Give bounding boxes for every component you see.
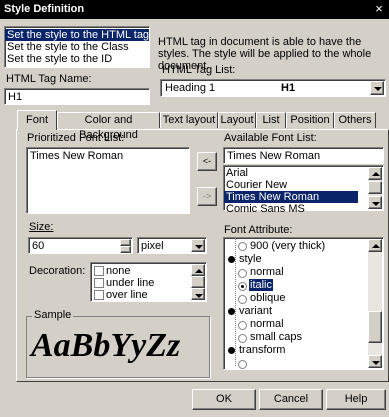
attribute-option: normal: [250, 266, 284, 278]
tag-list-tag: H1: [281, 82, 296, 94]
size-spin-up[interactable]: [120, 239, 131, 246]
style-oblique-radio[interactable]: [238, 295, 247, 304]
tag-list-combo[interactable]: Heading 1 H1: [160, 79, 386, 97]
scope-option[interactable]: Set the style to the ID: [5, 53, 149, 65]
list-item[interactable]: Times New Roman: [224, 191, 358, 203]
chevron-up-icon: [195, 269, 203, 273]
tab-list[interactable]: List: [256, 112, 286, 128]
chevron-down-icon: [372, 361, 380, 365]
chevron-down-icon: [195, 294, 203, 298]
list-item[interactable]: Courier New: [224, 179, 358, 191]
scroll-down-button[interactable]: [191, 288, 205, 300]
decoration-scrollbar[interactable]: [191, 264, 205, 300]
scroll-up-button[interactable]: [368, 239, 382, 252]
tag-list-dropdown-button[interactable]: [370, 81, 384, 95]
tab-others[interactable]: Others: [334, 112, 376, 128]
available-font-value: Times New Roman: [227, 150, 321, 162]
tag-list-name: Heading 1: [165, 82, 216, 94]
tag-list-label: HTML Tag List:: [162, 64, 236, 76]
decoration-underline-checkbox[interactable]: [94, 278, 104, 288]
decoration-option: over line: [106, 289, 148, 301]
transform-radio-partial[interactable]: [238, 360, 247, 369]
decoration-option: none: [106, 265, 131, 277]
attribute-option-selected: italic: [249, 279, 274, 291]
tab-position[interactable]: Position: [286, 112, 334, 128]
group-bullet-icon: [228, 256, 235, 263]
scope-option[interactable]: Set the style to the Class: [5, 41, 149, 53]
tree-connector: [235, 238, 236, 366]
style-normal-radio[interactable]: [238, 269, 247, 278]
decoration-list[interactable]: none under line over line: [90, 262, 207, 302]
list-item[interactable]: Arial: [224, 167, 358, 179]
group-bullet-icon: [228, 347, 235, 354]
attribute-group: transform: [239, 344, 286, 356]
scroll-thumb[interactable]: [191, 276, 205, 288]
size-unit-select[interactable]: pixel: [137, 237, 207, 254]
title-bar: Style Definition ×: [0, 0, 389, 19]
prioritized-font-list[interactable]: Times New Roman: [26, 147, 190, 214]
variant-normal-radio[interactable]: [238, 321, 247, 330]
scope-option[interactable]: Set the style to the HTML tag: [5, 29, 149, 41]
tab-color-background[interactable]: Color and Background: [57, 112, 160, 141]
decoration-label: Decoration:: [29, 265, 86, 277]
remove-font-button[interactable]: ->: [197, 187, 217, 206]
tag-name-field[interactable]: H1: [4, 88, 150, 105]
size-value: 60: [32, 240, 45, 252]
chevron-down-icon: [374, 87, 382, 91]
size-label: Size:: [29, 221, 54, 233]
chevron-up-icon: [372, 172, 380, 176]
attribute-option: oblique: [250, 292, 286, 304]
group-bullet-icon: [228, 308, 235, 315]
decoration-option: under line: [106, 277, 155, 289]
ok-button[interactable]: OK: [192, 389, 256, 410]
list-item[interactable]: Comic Sans MS: [224, 203, 358, 215]
font-list-scrollbar[interactable]: [368, 167, 382, 209]
size-unit-value: pixel: [141, 240, 164, 252]
chevron-up-icon: [372, 244, 380, 248]
help-button[interactable]: Help: [326, 389, 386, 410]
style-italic-radio[interactable]: [238, 282, 247, 291]
size-input[interactable]: 60: [28, 237, 133, 254]
cancel-button[interactable]: Cancel: [259, 389, 323, 410]
font-attribute-label: Font Attribute:: [224, 224, 293, 236]
attribute-group: style: [239, 253, 262, 265]
attribute-option: small caps: [250, 331, 302, 343]
weight-900-radio[interactable]: [238, 242, 247, 251]
close-icon[interactable]: ×: [371, 2, 387, 16]
list-item[interactable]: Times New Roman: [27, 150, 189, 162]
scroll-down-button[interactable]: [368, 355, 382, 368]
size-spin-down[interactable]: [120, 246, 131, 253]
variant-small-caps-radio[interactable]: [238, 334, 247, 343]
scope-listbox[interactable]: Set the style to the HTML tag Set the st…: [4, 26, 150, 68]
sample-preview: AaBbYyZz: [27, 324, 207, 368]
tag-name-label: HTML Tag Name:: [6, 73, 92, 85]
scroll-up-button[interactable]: [191, 264, 205, 276]
decoration-overline-checkbox[interactable]: [94, 290, 104, 300]
attribute-group: variant: [239, 305, 273, 317]
scroll-down-button[interactable]: [368, 196, 382, 209]
tab-font[interactable]: Font: [17, 110, 57, 130]
font-attribute-tree[interactable]: 900 (very thick) style normal italic obl…: [223, 237, 384, 370]
window-title: Style Definition: [4, 3, 85, 15]
available-font-list[interactable]: Arial Courier New Times New Roman Comic …: [223, 165, 384, 215]
add-font-button[interactable]: <-: [197, 152, 217, 171]
chevron-down-icon: [195, 245, 203, 249]
tab-text-layout[interactable]: Text layout: [160, 112, 218, 128]
attribute-scrollbar[interactable]: [368, 239, 382, 368]
scroll-thumb[interactable]: [368, 181, 382, 194]
scroll-up-button[interactable]: [368, 167, 382, 180]
available-font-field[interactable]: Times New Roman: [223, 147, 384, 164]
sample-text: AaBbYyZz: [31, 327, 181, 364]
attribute-option: normal: [250, 318, 284, 330]
available-font-label: Available Font List:: [224, 132, 317, 144]
chevron-down-icon: [372, 202, 380, 206]
attribute-option: 900 (very thick): [250, 240, 326, 252]
prioritized-font-label: Prioritized Font List:: [27, 132, 125, 144]
scroll-thumb[interactable]: [368, 311, 382, 343]
tab-layout[interactable]: Layout: [218, 112, 256, 128]
tag-name-value: H1: [8, 91, 23, 103]
decoration-none-checkbox[interactable]: [94, 266, 104, 276]
unit-dropdown-button[interactable]: [191, 239, 205, 252]
sample-label: Sample: [32, 309, 74, 321]
